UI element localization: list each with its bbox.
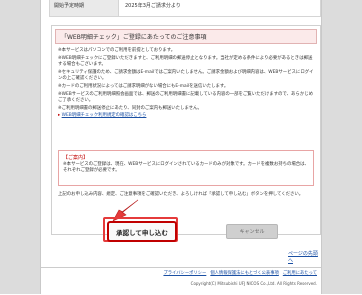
note-item: ※本サービスはパソコンでのご利用を前提としております。 bbox=[58, 48, 176, 53]
note-item: ※セキュリティ保護のため、ご請求金額はE-mailではご案内いたしません。ご請求… bbox=[58, 69, 314, 82]
start-period-value: 2025年3月ご請求分より bbox=[125, 3, 181, 9]
footer: プライバシーポリシー 個人情報保護法にもとづく公表事項 ご利用にあたって Cop… bbox=[41, 267, 321, 295]
footer-link-terms[interactable]: ご利用にあたって bbox=[283, 270, 317, 276]
arrow-right-icon: ▸ bbox=[58, 113, 61, 119]
copyright: Copyright(C) Mitsubishi UFJ NICOS Co.,Lt… bbox=[190, 281, 317, 286]
note-item: ※カードのご利用状況によってはご請求明細がない場合にもE-mailを送信いたしま… bbox=[58, 83, 229, 89]
cancel-button[interactable]: キャンセル bbox=[226, 224, 278, 239]
footer-link-privacy[interactable]: プライバシーポリシー bbox=[163, 270, 206, 276]
start-period-label: 開始予定時期 bbox=[50, 0, 119, 16]
notes-title: 「WEB明細チェック」ご登録にあたってのご注意事項 bbox=[55, 29, 317, 44]
notice-text: ※本サービスのご登録は、現在、WEBサービスにログインされているカードのみが対象… bbox=[63, 162, 309, 174]
start-period-row: 開始予定時期 2025年3月ご請求分より bbox=[49, 0, 321, 17]
notice-heading: 【ご案内】 bbox=[63, 155, 89, 161]
notes-list: ※本サービスはパソコンでのご利用を前提としております。 ※WEB明細チェックにご… bbox=[58, 48, 314, 121]
footer-link-disclosure[interactable]: 個人情報保護法にもとづく公表事項 bbox=[210, 270, 279, 276]
terms-link-row: ▸ WEB明細チェック利用規定の確認はこちら bbox=[58, 113, 314, 120]
notice-box: 【ご案内】 ※本サービスのご登録は、現在、WEBサービスにログインされているカー… bbox=[58, 150, 314, 186]
confirmation-text: 上記のお申し込み内容、規定、ご注意事項をご確認いただき、よろしければ「承認して申… bbox=[58, 192, 304, 197]
left-margin bbox=[0, 0, 41, 294]
terms-link[interactable]: WEB明細チェック利用規定の確認はこちら bbox=[62, 113, 147, 118]
note-item: ※ご利用明細書の郵送停止にあたり、同封のご案内も郵送いたしません。 bbox=[58, 105, 202, 111]
page-top-link[interactable]: ページの先頭へ bbox=[288, 250, 321, 264]
note-item: ※WEB明細チェックにご登録いただきますと、ご利用明細の郵送停止となります。当社… bbox=[58, 55, 313, 68]
right-margin bbox=[321, 0, 362, 294]
note-item: ※WEBサービスのご利用明細照会画面では、郵送のご利用明細書に記載している内容の… bbox=[58, 91, 313, 104]
agree-submit-button[interactable]: 承認して申し込む bbox=[107, 221, 177, 242]
notes-panel: 「WEB明細チェック」ご登録にあたってのご注意事項 ※本サービスはパソコンでのご… bbox=[51, 25, 321, 235]
main-content: 開始予定時期 2025年3月ご請求分より 「WEB明細チェック」ご登録にあたって… bbox=[41, 0, 321, 294]
footer-links: プライバシーポリシー 個人情報保護法にもとづく公表事項 ご利用にあたって bbox=[163, 270, 317, 276]
